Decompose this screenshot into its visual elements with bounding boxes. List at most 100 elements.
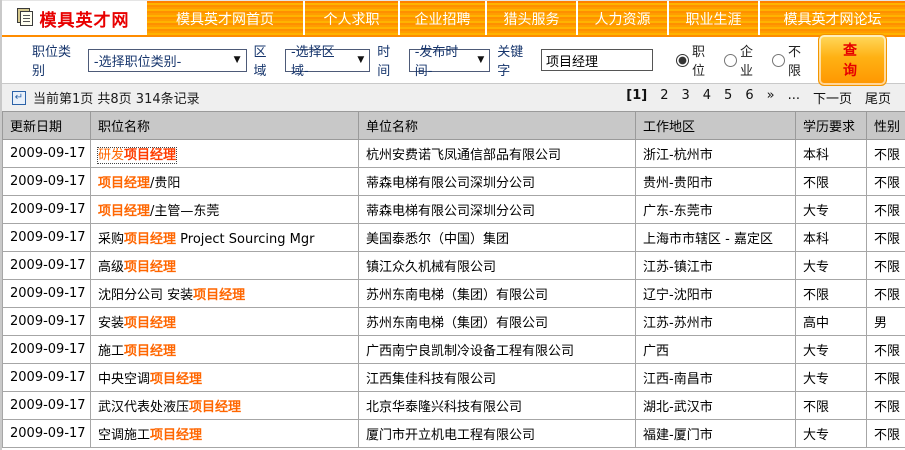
scope-radio-option[interactable]: 职位: [670, 41, 715, 79]
nav-tab[interactable]: 企业招聘: [400, 1, 485, 35]
cell-company: 江西集佳科技有限公司: [359, 364, 636, 392]
nav-tab[interactable]: 猎头服务: [487, 1, 576, 35]
cell-update-date: 2009-09-17: [3, 252, 91, 280]
scope-radio-option[interactable]: 不限: [766, 41, 811, 79]
job-title-link[interactable]: 安装项目经理: [98, 316, 176, 331]
job-title-link[interactable]: 项目经理/主管—东莞: [98, 204, 219, 219]
cell-region: 辽宁-沈阳市: [636, 280, 796, 308]
keyword-input[interactable]: [541, 49, 653, 71]
region-select[interactable]: -选择区域- ▼: [285, 49, 370, 72]
cell-education: 大专: [796, 420, 867, 448]
cell-region: 江苏-镇江市: [636, 252, 796, 280]
page-link[interactable]: [1]: [626, 88, 647, 107]
scope-radio[interactable]: [772, 54, 785, 67]
scope-radio-option[interactable]: 企业: [718, 41, 763, 79]
table-row: 2009-09-17 中央空调项目经理 江西集佳科技有限公司 江西-南昌市 大专…: [3, 364, 905, 392]
category-select[interactable]: -选择职位类别- ▼: [88, 49, 247, 72]
nav-tab[interactable]: 职业生涯: [669, 1, 758, 35]
job-title-link[interactable]: 研发项目经理: [98, 148, 176, 163]
page-link[interactable]: 3: [681, 88, 689, 107]
scope-radio[interactable]: [676, 54, 689, 67]
cell-education: 高中: [796, 308, 867, 336]
scope-radio[interactable]: [724, 54, 737, 67]
cell-company: 杭州安费诺飞凤通信部品有限公司: [359, 140, 636, 168]
cell-company: 蒂森电梯有限公司深圳分公司: [359, 196, 636, 224]
keyword-highlight: 项目经理: [124, 344, 176, 359]
keyword-highlight: 项目经理: [150, 372, 202, 387]
cell-gender: 不限: [867, 420, 905, 448]
cell-education: 本科: [796, 140, 867, 168]
time-select[interactable]: -发布时间- ▼: [409, 49, 491, 72]
cell-region: 福建-厦门市: [636, 420, 796, 448]
col-header-gender: 性别: [867, 112, 905, 140]
job-title-link[interactable]: 高级项目经理: [98, 260, 176, 275]
page-link[interactable]: 4: [703, 88, 711, 107]
cell-job-title: 研发项目经理: [91, 140, 359, 168]
nav-tabs: 模具英才网首页 个人求职 企业招聘 猎头服务 人力资源 职业生涯 模具英才网论坛: [147, 1, 905, 35]
nav-tab[interactable]: 模具英才网首页: [147, 1, 303, 35]
page-link[interactable]: 2: [660, 88, 668, 107]
col-header-date: 更新日期: [3, 112, 91, 140]
site-name: 模具英才网: [40, 6, 130, 31]
cell-gender: 不限: [867, 196, 905, 224]
cell-education: 大专: [796, 196, 867, 224]
region-label: 区域: [254, 41, 278, 79]
table-row: 2009-09-17 项目经理/主管—东莞 蒂森电梯有限公司深圳分公司 广东-东…: [3, 196, 905, 224]
cell-education: 大专: [796, 364, 867, 392]
page-link[interactable]: 下一页: [813, 88, 852, 107]
nav-tab[interactable]: 模具英才网论坛: [760, 1, 905, 35]
cell-gender: 不限: [867, 224, 905, 252]
cell-company: 蒂森电梯有限公司深圳分公司: [359, 168, 636, 196]
cell-job-title: 项目经理/主管—东莞: [91, 196, 359, 224]
cell-job-title: 武汉代表处液压项目经理: [91, 392, 359, 420]
category-label: 职位类别: [32, 41, 81, 79]
keyword-highlight: 项目经理: [124, 316, 176, 331]
job-title-link[interactable]: 采购项目经理 Project Sourcing Mgr: [98, 232, 314, 247]
cell-region: 广西: [636, 336, 796, 364]
cell-update-date: 2009-09-17: [3, 364, 91, 392]
cell-education: 大专: [796, 336, 867, 364]
cell-company: 广西南宁良凯制冷设备工程有限公司: [359, 336, 636, 364]
job-title-link[interactable]: 施工项目经理: [98, 344, 176, 359]
page-link[interactable]: 5: [724, 88, 732, 107]
cell-company: 厦门市开立机电工程有限公司: [359, 420, 636, 448]
site-logo[interactable]: 模具英才网: [2, 1, 147, 35]
job-title-link[interactable]: 沈阳分公司 安装项目经理: [98, 288, 245, 303]
cell-region: 贵州-贵阳市: [636, 168, 796, 196]
cell-update-date: 2009-09-17: [3, 280, 91, 308]
job-title-link[interactable]: 武汉代表处液压项目经理: [98, 400, 241, 415]
nav-tab[interactable]: 人力资源: [578, 1, 667, 35]
scope-radios: 职位 企业 不限: [670, 41, 811, 79]
cell-job-title: 项目经理/贵阳: [91, 168, 359, 196]
cell-education: 不限: [796, 280, 867, 308]
cell-education: 本科: [796, 224, 867, 252]
keyword-highlight: 项目经理: [124, 260, 176, 275]
cell-region: 浙江-杭州市: [636, 140, 796, 168]
table-row: 2009-09-17 沈阳分公司 安装项目经理 苏州东南电梯（集团）有限公司 辽…: [3, 280, 905, 308]
status-bar: ↵ 当前第1页 共8页 314条记录 [1] 2 3 4 5 6 » ... 下…: [2, 84, 905, 111]
job-title-link[interactable]: 中央空调项目经理: [98, 372, 202, 387]
page-link[interactable]: 6: [745, 88, 753, 107]
cell-update-date: 2009-09-17: [3, 336, 91, 364]
nav-tab[interactable]: 个人求职: [305, 1, 398, 35]
cell-gender: 不限: [867, 252, 905, 280]
page-link[interactable]: ...: [788, 88, 800, 107]
cell-job-title: 采购项目经理 Project Sourcing Mgr: [91, 224, 359, 252]
cell-company: 镇江众久机械有限公司: [359, 252, 636, 280]
cell-update-date: 2009-09-17: [3, 420, 91, 448]
table-row: 2009-09-17 空调施工项目经理 厦门市开立机电工程有限公司 福建-厦门市…: [3, 420, 905, 448]
page-link[interactable]: 尾页: [865, 88, 891, 107]
table-row: 2009-09-17 采购项目经理 Project Sourcing Mgr 美…: [3, 224, 905, 252]
query-button[interactable]: 查 询: [818, 34, 887, 86]
cell-company: 苏州东南电梯（集团）有限公司: [359, 308, 636, 336]
cell-region: 江苏-苏州市: [636, 308, 796, 336]
pages-icon: [20, 11, 33, 26]
job-title-link[interactable]: 项目经理/贵阳: [98, 176, 180, 191]
job-title-link[interactable]: 空调施工项目经理: [98, 428, 202, 443]
keyword-highlight: 项目经理: [98, 176, 150, 191]
table-row: 2009-09-17 高级项目经理 镇江众久机械有限公司 江苏-镇江市 大专 不…: [3, 252, 905, 280]
page-link[interactable]: »: [767, 88, 775, 107]
cell-job-title: 安装项目经理: [91, 308, 359, 336]
keyword-highlight: 项目经理: [193, 288, 245, 303]
page-status-icon: ↵: [12, 91, 26, 105]
